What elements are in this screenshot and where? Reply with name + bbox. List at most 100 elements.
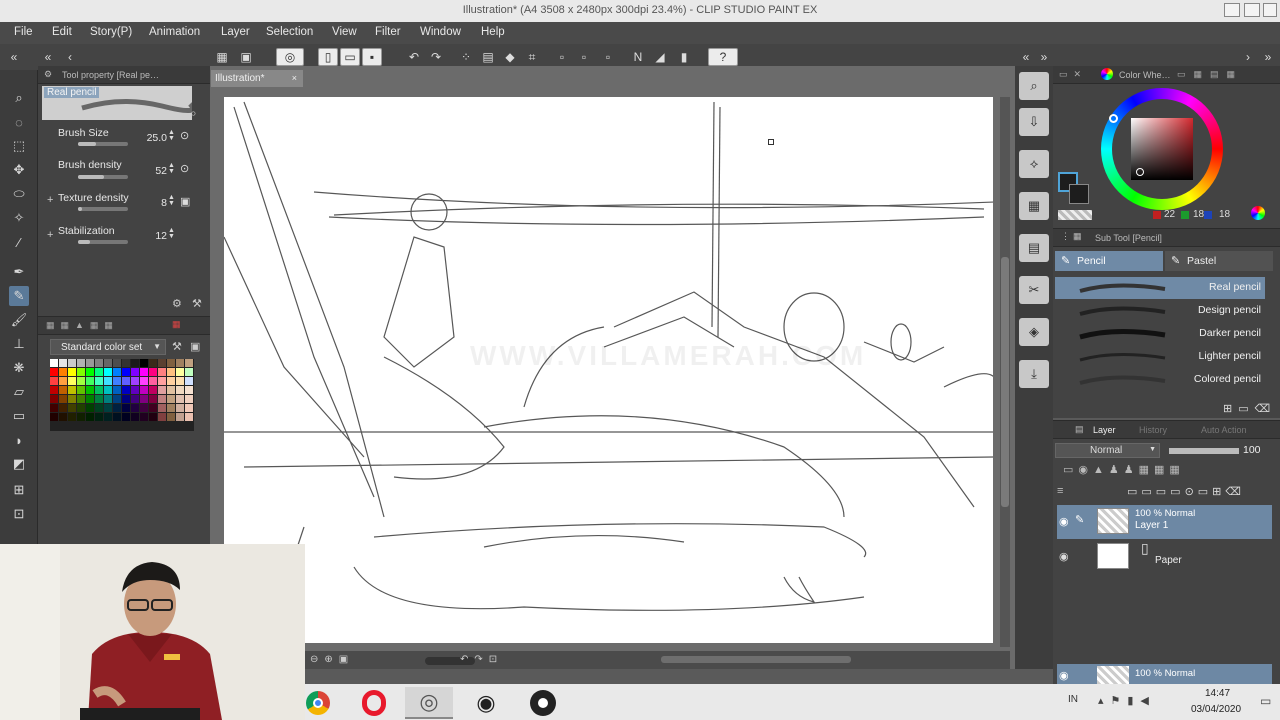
color-swatch[interactable] [176,413,184,421]
color-swatch[interactable] [131,359,139,367]
expand-plus-icon[interactable]: + [47,229,53,241]
brush-tool-icon[interactable]: 🖌 [9,310,29,330]
close-button[interactable] [1263,3,1277,17]
color-swatch[interactable] [59,395,67,403]
color-swatch[interactable] [104,359,112,367]
deselect-icon[interactable]: ▤ [478,48,498,66]
color-swatch[interactable] [167,368,175,376]
color-swatch[interactable] [131,368,139,376]
color-swatch[interactable] [104,404,112,412]
brush-size-value[interactable]: 25.0 [137,132,167,144]
color-swatch[interactable] [140,377,148,385]
color-swatch[interactable] [149,377,157,385]
sub-color-swatch[interactable] [1069,184,1089,204]
color-swatch[interactable] [50,404,58,412]
color-swatch[interactable] [95,413,103,421]
color-swatch[interactable] [50,413,58,421]
menu-selection[interactable]: Selection [266,26,313,38]
color-swatch[interactable] [113,377,121,385]
color-swatch[interactable] [95,359,103,367]
panel-tab-icons[interactable]: ▭✕ [1059,69,1087,80]
zoom-tool-icon[interactable]: ⌕ [9,88,29,108]
color-swatch[interactable] [158,377,166,385]
tool-property-icon[interactable]: ⇩ [1019,108,1049,136]
color-swatch[interactable] [140,395,148,403]
visibility-eye-icon[interactable]: ◉ [1059,550,1069,563]
move-tool-icon[interactable]: ✥ [9,160,29,180]
menu-filter[interactable]: Filter [375,26,401,38]
fill-tool-icon[interactable]: ◗ [9,430,29,450]
eyedropper-icon[interactable]: ⁄ [9,232,29,252]
color-swatch[interactable] [158,395,166,403]
color-swatch[interactable] [50,359,58,367]
color-swatch[interactable] [104,413,112,421]
color-swatch[interactable] [77,377,85,385]
color-swatch[interactable] [185,368,193,376]
eraser-icon[interactable]: ▱ [9,382,29,402]
color-swatch[interactable] [131,377,139,385]
blend-icon[interactable]: ▭ [9,406,29,426]
sub-tool-tab-icons[interactable]: ⋮▦ [1061,231,1085,242]
system-tray-icons[interactable]: ▴⚑▮◀ [1098,694,1156,707]
color-tab-icons[interactable]: ▭▦▤▦ [1177,69,1243,80]
panel-expand-icon[interactable]: » [1034,48,1054,66]
shape-select-icon[interactable]: ⬭ [9,184,29,204]
color-swatch[interactable] [86,377,94,385]
color-swatch[interactable] [59,377,67,385]
menu-edit[interactable]: Edit [52,26,72,38]
select-tool-icon[interactable]: ⬚ [9,136,29,156]
color-swatch[interactable] [140,404,148,412]
color-swatch[interactable] [68,404,76,412]
color-swatch[interactable] [167,413,175,421]
color-swatch[interactable] [167,377,175,385]
color-swatch[interactable] [122,404,130,412]
color-swatch[interactable] [176,395,184,403]
navigator-icon[interactable]: ✂ [1019,276,1049,304]
color-swatch[interactable] [149,413,157,421]
color-swatch[interactable] [59,386,67,394]
color-swatch[interactable] [86,413,94,421]
color-swatch[interactable] [68,386,76,394]
color-swatch[interactable] [59,404,67,412]
menu-layer[interactable]: Layer [221,26,250,38]
color-swatch[interactable] [167,395,175,403]
brush-design-pencil[interactable]: Design pencil [1055,300,1265,322]
decoration-icon[interactable]: ❋ [9,358,29,378]
layer-row-bottom[interactable]: ◉ 100 % Normal [1057,664,1272,686]
color-swatch[interactable] [140,368,148,376]
lasso-tool-icon[interactable]: ◌ [9,112,29,132]
opera-icon[interactable] [350,687,398,719]
brush-lighter-pencil[interactable]: Lighter pencil [1055,346,1265,368]
color-swatch[interactable] [95,404,103,412]
save-icon[interactable]: ▪ [362,48,382,66]
color-swatch[interactable] [158,413,166,421]
color-swatch[interactable] [113,395,121,403]
color-swatch[interactable] [158,368,166,376]
transparent-color-swatch[interactable] [1058,210,1092,220]
color-swatch[interactable] [104,395,112,403]
color-swatch[interactable] [86,404,94,412]
color-swatch[interactable] [68,368,76,376]
frame-icon[interactable]: ⊞ [9,480,29,500]
color-swatch[interactable] [104,377,112,385]
zoom-controls-icon[interactable]: ⊖⊕▣ [310,654,354,665]
hue-handle[interactable] [1109,114,1118,123]
clear-icon[interactable]: ▫ [552,48,572,66]
image-icon[interactable]: ▣ [236,48,256,66]
layer-row-paper[interactable]: ◉ ▯ Paper [1057,540,1272,574]
color-swatch[interactable] [176,377,184,385]
wrench-icon[interactable]: ⚒ [172,340,182,353]
color-swatch[interactable] [86,395,94,403]
brush-real-pencil[interactable]: Real pencil [1055,277,1265,299]
color-swatch[interactable] [131,395,139,403]
ink-icon[interactable]: ▮ [674,48,694,66]
color-swatch[interactable] [176,359,184,367]
layer-row-layer-1[interactable]: ◉ ✎ 100 % Normal Layer 1 [1057,505,1272,539]
stabilization-value[interactable]: 12 [137,230,167,242]
menu-animation[interactable]: Animation [149,26,200,38]
color-swatch[interactable] [122,413,130,421]
layer-property-icon[interactable]: ▤ [1019,234,1049,262]
color-swatch[interactable] [95,377,103,385]
color-swatch[interactable] [122,395,130,403]
layer-menu-icon[interactable]: ≡ [1057,485,1063,497]
